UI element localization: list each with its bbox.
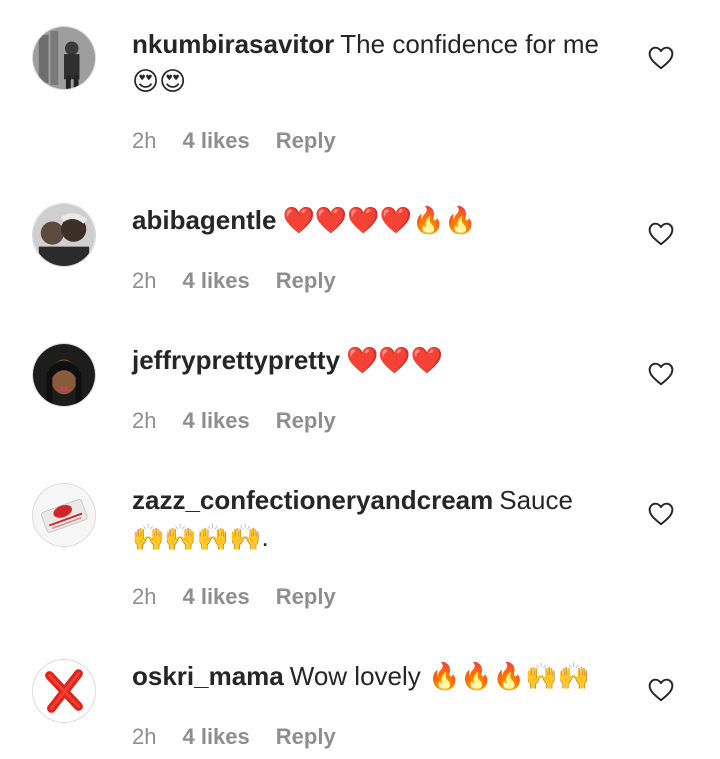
- comment-text: zazz_confectioneryandcream Sauce 🙌🙌🙌🙌.: [132, 482, 602, 556]
- reply-button[interactable]: Reply: [276, 268, 336, 294]
- avatar[interactable]: [32, 483, 96, 547]
- reply-button[interactable]: Reply: [276, 128, 336, 154]
- heart-outline-icon[interactable]: [648, 678, 674, 702]
- comment-time: 2h: [132, 408, 157, 433]
- heart-outline-icon[interactable]: [648, 362, 674, 386]
- comment-time: 2h: [132, 724, 157, 749]
- comment-username[interactable]: jeffryprettypretty: [132, 345, 340, 375]
- comment-username[interactable]: nkumbirasavitor: [132, 29, 334, 59]
- comment-meta: 2h 4 likes Reply: [132, 408, 336, 434]
- comment-meta: 2h 4 likes Reply: [132, 724, 336, 750]
- comment-text: abibagentle ❤️❤️❤️❤️🔥🔥: [132, 202, 602, 239]
- comment-username[interactable]: oskri_mama: [132, 661, 284, 691]
- comment-body: ❤️❤️❤️❤️🔥🔥: [282, 205, 477, 235]
- reply-button[interactable]: Reply: [276, 584, 336, 610]
- heart-outline-icon[interactable]: [648, 46, 674, 70]
- comment-likes[interactable]: 4 likes: [182, 128, 249, 154]
- comment-body: ❤️❤️❤️: [346, 345, 444, 375]
- comment-text: nkumbirasavitor The confidence for me 😍😍: [132, 26, 602, 100]
- reply-button[interactable]: Reply: [276, 724, 336, 750]
- avatar[interactable]: [32, 26, 96, 90]
- comment-username[interactable]: zazz_confectioneryandcream: [132, 485, 493, 515]
- comment-likes[interactable]: 4 likes: [182, 408, 249, 434]
- comment-meta: 2h 4 likes Reply: [132, 268, 336, 294]
- comment-text: jeffryprettypretty ❤️❤️❤️: [132, 342, 602, 379]
- comment-username[interactable]: abibagentle: [132, 205, 276, 235]
- comment-likes[interactable]: 4 likes: [182, 268, 249, 294]
- comment-time: 2h: [132, 128, 157, 153]
- comment-time: 2h: [132, 584, 157, 609]
- heart-outline-icon[interactable]: [648, 222, 674, 246]
- avatar[interactable]: [32, 343, 96, 407]
- comment-meta: 2h 4 likes Reply: [132, 128, 336, 154]
- comment-text: oskri_mama Wow lovely 🔥🔥🔥🙌🙌: [132, 658, 602, 695]
- avatar[interactable]: [32, 203, 96, 267]
- comment-likes[interactable]: 4 likes: [182, 724, 249, 750]
- comment-time: 2h: [132, 268, 157, 293]
- avatar[interactable]: [32, 659, 96, 723]
- comment-body: Wow lovely 🔥🔥🔥🙌🙌: [289, 661, 590, 691]
- heart-outline-icon[interactable]: [648, 502, 674, 526]
- comment-meta: 2h 4 likes Reply: [132, 584, 336, 610]
- reply-button[interactable]: Reply: [276, 408, 336, 434]
- comment-likes[interactable]: 4 likes: [182, 584, 249, 610]
